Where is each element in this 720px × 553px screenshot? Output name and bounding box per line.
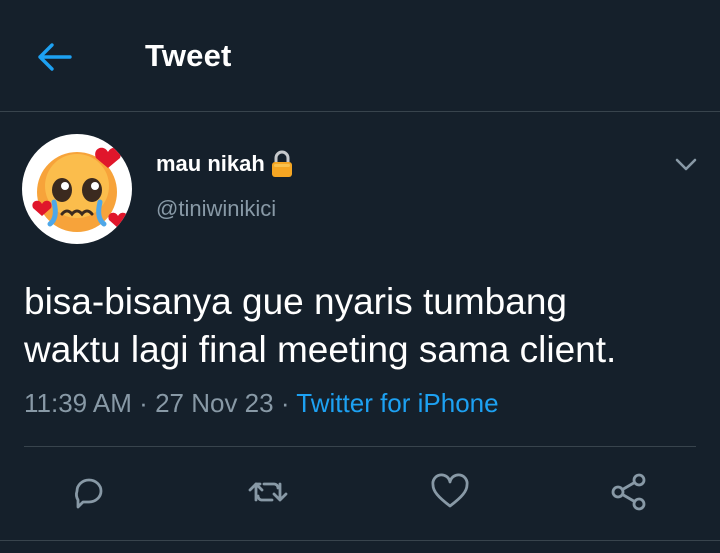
meta-separator: · — [139, 388, 148, 418]
tweet-text-line-2: waktu lagi final meeting sama client. — [24, 329, 617, 370]
share-button[interactable] — [608, 470, 652, 514]
chevron-down-icon — [675, 158, 697, 171]
divider — [24, 446, 696, 447]
pleading-face-with-hearts-icon — [32, 147, 128, 232]
retweet-icon — [248, 482, 288, 502]
meta-separator: · — [280, 388, 290, 418]
tweet-meta: 11:39 AM · 27 Nov 23 · Twitter for iPhon… — [24, 388, 499, 419]
arrow-left-icon — [38, 43, 72, 71]
display-name-text: mau nikah — [156, 151, 265, 176]
tweet-date: 27 Nov 23 — [155, 388, 274, 418]
tweet-source-link[interactable]: Twitter for iPhone — [296, 388, 498, 418]
top-bar: Tweet — [0, 0, 720, 112]
tweet-text-line-1: bisa-bisanya gue nyaris tumbang — [24, 281, 567, 322]
share-icon — [611, 473, 646, 511]
heart-icon — [431, 473, 469, 508]
lock-icon — [269, 150, 295, 178]
display-name[interactable]: mau nikah — [156, 150, 295, 178]
page-title: Tweet — [145, 38, 232, 73]
tweet-time: 11:39 AM — [24, 388, 132, 418]
bottom-divider — [0, 540, 720, 541]
reply-button[interactable] — [68, 470, 112, 514]
reply-icon — [75, 478, 103, 509]
tweet-menu-button[interactable] — [672, 150, 700, 178]
tweet-text: bisa-bisanya gue nyaris tumbang waktu la… — [24, 278, 704, 374]
back-button[interactable] — [32, 36, 78, 78]
handle[interactable]: @tiniwinikici — [156, 196, 276, 222]
like-button[interactable] — [428, 470, 472, 514]
avatar[interactable] — [22, 134, 132, 244]
retweet-button[interactable] — [246, 470, 290, 514]
